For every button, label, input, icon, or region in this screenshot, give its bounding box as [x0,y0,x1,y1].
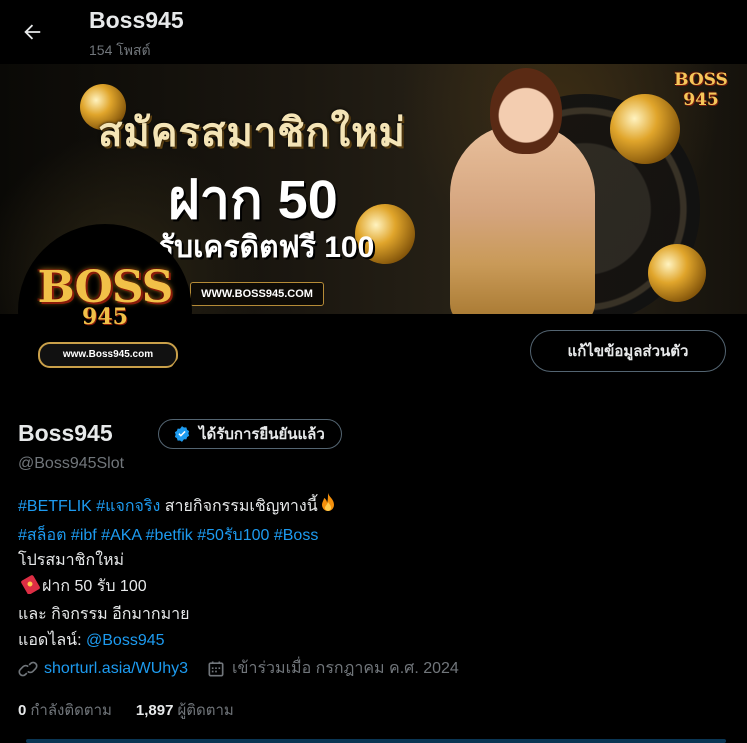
avatar-logo-number: 945 [82,304,128,330]
banner-headline: สมัครสมาชิกใหม่ [98,111,406,155]
followers-link[interactable]: 1,897 ผู้ติดตาม [136,698,234,722]
mention-link[interactable]: @Boss945 [86,632,165,649]
joined-item: เข้าร่วมเมื่อ กรกฎาคม ค.ศ. 2024 [206,656,459,681]
bio-line: และ กิจกรรม อีกมากมาย [18,606,190,623]
followers-count: 1,897 [135,702,174,719]
post-count: 154 โพสต์ [89,42,151,58]
bio-line: แอดไลน์: @Boss945 [18,628,338,654]
gold-coin-image [648,244,706,302]
bio-line: โปรสมาชิกใหม่ [18,552,125,569]
avatar-url: www.Boss945.com [38,342,178,368]
verified-label: ได้รับการยืนยันแล้ว [199,426,325,443]
page-title: Boss945 [89,7,184,33]
joined-date: เข้าร่วมเมื่อ กรกฎาคม ค.ศ. 2024 [232,660,459,677]
following-label: กำลังติดตาม [30,702,112,719]
profile-handle: @Boss945Slot [18,455,125,472]
bio-text: ฝาก 50 รับ 100 [42,577,147,595]
calendar-icon [206,659,226,679]
followers-label: ผู้ติดตาม [177,702,234,719]
profile-meta: shorturl.asia/WUhy3 เข้าร่วมเมื่อ กรกฎาค… [18,656,477,681]
following-count: 0 [18,702,27,719]
profile-name: Boss945 [18,420,113,446]
hashtag-link[interactable]: #BETFLIK [18,498,92,515]
hashtag-link[interactable]: #แจกจริง [96,498,160,515]
hashtag-link[interactable]: #betfik [146,527,193,544]
bio-line: ฝาก 50 รับ 100 [18,574,338,603]
fire-icon [318,492,338,523]
banner-logo: BOSS 945 [674,70,728,110]
hashtag-link[interactable]: #ibf [71,527,97,544]
bio-text: สายกิจกรรมเชิญทางนี้ [164,498,318,515]
profile-bio: #BETFLIK #แจกจริง สายกิจกรรมเชิญทางนี้ #… [18,492,338,653]
hashtag-link[interactable]: #50รับ100 [197,527,269,544]
following-link[interactable]: 0 กำลังติดตาม [18,698,112,722]
hashtag-link[interactable]: #สล็อต [18,527,66,544]
edit-profile-button[interactable]: แก้ไขข้อมูลส่วนตัว [530,330,726,372]
bio-line: #สล็อต #ibf #AKA #betfik #50รับ100 #Boss [18,523,338,549]
verified-badge-button[interactable]: ได้รับการยืนยันแล้ว [158,419,342,449]
verified-check-icon [173,425,191,443]
banner-url: WWW.BOSS945.COM [190,282,324,306]
avatar[interactable]: BOSS 945 www.Boss945.com [18,224,192,398]
website-item: shorturl.asia/WUhy3 [18,659,188,679]
back-arrow-icon[interactable] [14,14,50,50]
website-link[interactable]: shorturl.asia/WUhy3 [44,660,188,678]
red-envelope-icon [18,574,42,603]
hashtag-link[interactable]: #Boss [274,527,318,544]
model-head-image [490,68,562,154]
hashtag-link[interactable]: #AKA [101,527,141,544]
bio-text: แอดไลน์: [18,631,82,649]
top-bar: Boss945 154 โพสต์ [0,0,747,64]
link-icon [18,659,38,679]
bio-line: #BETFLIK #แจกจริง สายกิจกรรมเชิญทางนี้ [18,492,338,523]
bottom-divider [26,739,726,743]
follow-stats: 0 กำลังติดตาม 1,897 ผู้ติดตาม [18,698,258,722]
